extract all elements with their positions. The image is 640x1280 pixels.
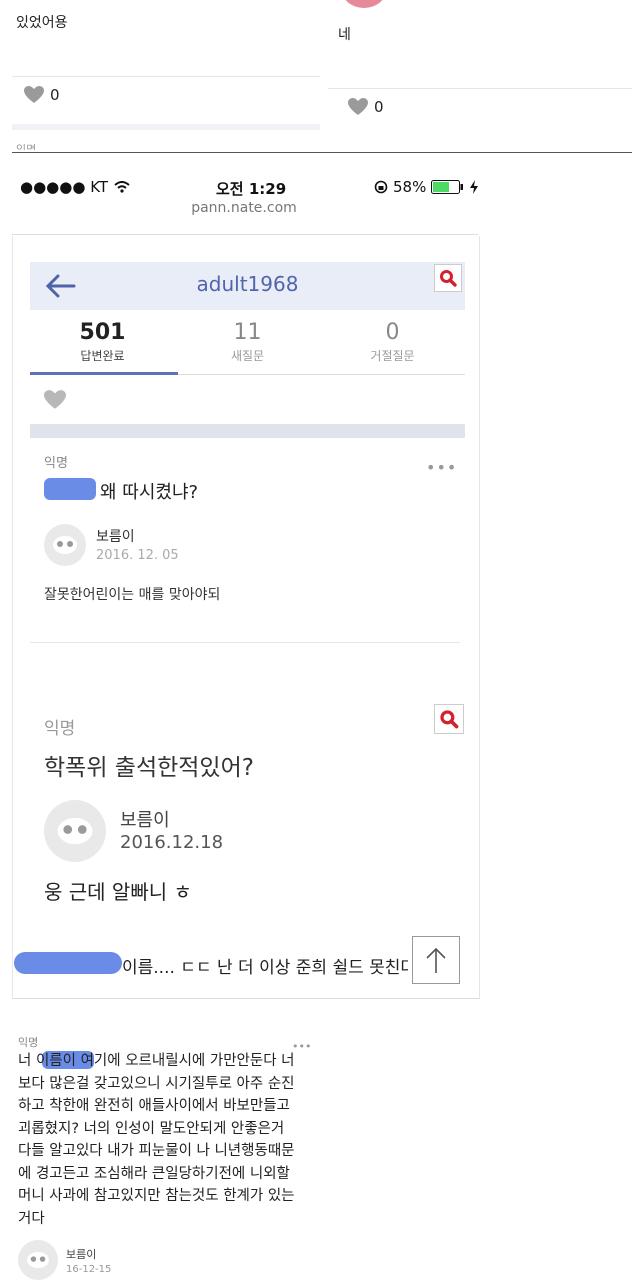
redaction xyxy=(44,478,96,500)
avatar xyxy=(18,1240,58,1280)
comment-text: 네 xyxy=(338,27,351,43)
divider xyxy=(30,424,465,438)
tab-count: 501 xyxy=(79,320,126,345)
tab-label: 거절질문 xyxy=(370,349,415,363)
active-tab-indicator xyxy=(30,372,178,375)
answerer-name: 보름이 xyxy=(120,810,170,831)
answer-date: 16-12-15 xyxy=(66,1264,112,1275)
carrier: ●●●●● KT xyxy=(20,178,130,196)
answerer-name: 보름이 xyxy=(66,1248,97,1261)
page-title: adult1968 xyxy=(196,272,299,296)
like-button[interactable]: 0 xyxy=(348,98,384,116)
caption-text: 이름.... ㄷㄷ 난 더 이상 준희 쉴드 못친다 ㅂ xyxy=(122,958,408,978)
answer-text: 잘못한어린이는 매를 맞아야되 xyxy=(44,587,221,603)
battery-icon xyxy=(431,180,464,194)
question-text: 너 이름이 여기에 오르내릴시에 가만안둔다 너보다 많은걸 갖고있으니 시기질… xyxy=(18,1053,295,1227)
search-button[interactable] xyxy=(434,264,462,292)
url-bar[interactable]: pann.nate.com xyxy=(12,200,476,216)
paw-icon xyxy=(53,536,77,554)
avatar xyxy=(44,800,106,862)
carrier-label: ●●●●● KT xyxy=(20,178,109,196)
divider xyxy=(178,374,465,375)
cutoff-label: 익명 xyxy=(16,143,37,150)
paw-icon xyxy=(27,1251,49,1269)
divider xyxy=(12,124,320,130)
answer-date: 2016.12.18 xyxy=(120,832,224,853)
heart-icon xyxy=(24,86,44,103)
tab-label: 새질문 xyxy=(230,349,265,363)
question-card: 익명 ••• 왜 따시켰냐? 보름이 2016. 12. 05 잘못한어린이는 … xyxy=(30,444,465,644)
like-count: 0 xyxy=(374,98,384,116)
answer-date: 2016. 12. 05 xyxy=(96,548,179,563)
scroll-top-button[interactable] xyxy=(412,936,460,984)
heart-icon[interactable] xyxy=(44,390,66,410)
redaction xyxy=(14,952,122,974)
tab-rejected[interactable]: 0 거절질문 xyxy=(320,314,465,364)
search-button[interactable] xyxy=(434,704,464,734)
divider xyxy=(12,76,320,77)
top-right-card: 네 0 xyxy=(328,0,632,130)
like-count: 0 xyxy=(50,86,60,104)
avatar xyxy=(342,0,386,8)
status-bar: ●●●●● KT 오전 1:29 58% xyxy=(12,172,479,198)
profile-header: adult1968 xyxy=(30,262,465,310)
top-left-card: 있었어용 0 익명 xyxy=(12,0,320,150)
profile-tabs: 501 답변완료 11 새질문 0 거절질문 xyxy=(30,314,465,376)
rotation-lock-icon xyxy=(374,180,388,194)
asker-name: 익명 xyxy=(44,719,76,739)
battery-percent: 58% xyxy=(393,178,427,196)
divider xyxy=(30,642,460,643)
question-text: 학폭위 출석한적있어? xyxy=(44,755,254,781)
question-text: 왜 따시켰냐? xyxy=(100,482,199,503)
charging-icon xyxy=(470,180,479,194)
comment-text: 있었어용 xyxy=(16,15,68,31)
answer-text: 웅 근데 알빠니 ㅎ xyxy=(44,880,192,904)
arrow-up-icon xyxy=(426,947,446,973)
search-icon xyxy=(440,270,457,287)
wifi-icon xyxy=(114,181,130,193)
like-button[interactable]: 0 xyxy=(24,86,60,104)
paw-icon xyxy=(57,817,93,845)
divider xyxy=(12,152,632,153)
clock: 오전 1:29 xyxy=(216,180,287,198)
tab-count: 11 xyxy=(233,320,262,345)
search-icon xyxy=(440,710,459,729)
battery-area: 58% xyxy=(374,178,479,196)
tab-answered[interactable]: 501 답변완료 xyxy=(30,314,175,364)
divider xyxy=(12,234,478,235)
tab-count: 0 xyxy=(385,320,400,345)
asker-name: 익명 xyxy=(18,1036,39,1049)
avatar xyxy=(44,524,86,566)
tab-label: 답변완료 xyxy=(80,349,125,363)
more-icon[interactable]: ••• xyxy=(426,458,457,477)
divider xyxy=(328,88,632,89)
heart-icon xyxy=(348,98,368,115)
asker-name: 익명 xyxy=(44,456,68,471)
question-card: 익명 학폭위 출석한적있어? 보름이 2016.12.18 웅 근데 알빠니 ㅎ xyxy=(30,700,465,910)
answerer-name: 보름이 xyxy=(96,529,135,545)
tab-new-questions[interactable]: 11 새질문 xyxy=(175,314,320,364)
bottom-question-card: 익명 ••• 너 이름이 여기에 오르내릴시에 가만안둔다 너보다 많은걸 갖고… xyxy=(12,1024,315,1280)
